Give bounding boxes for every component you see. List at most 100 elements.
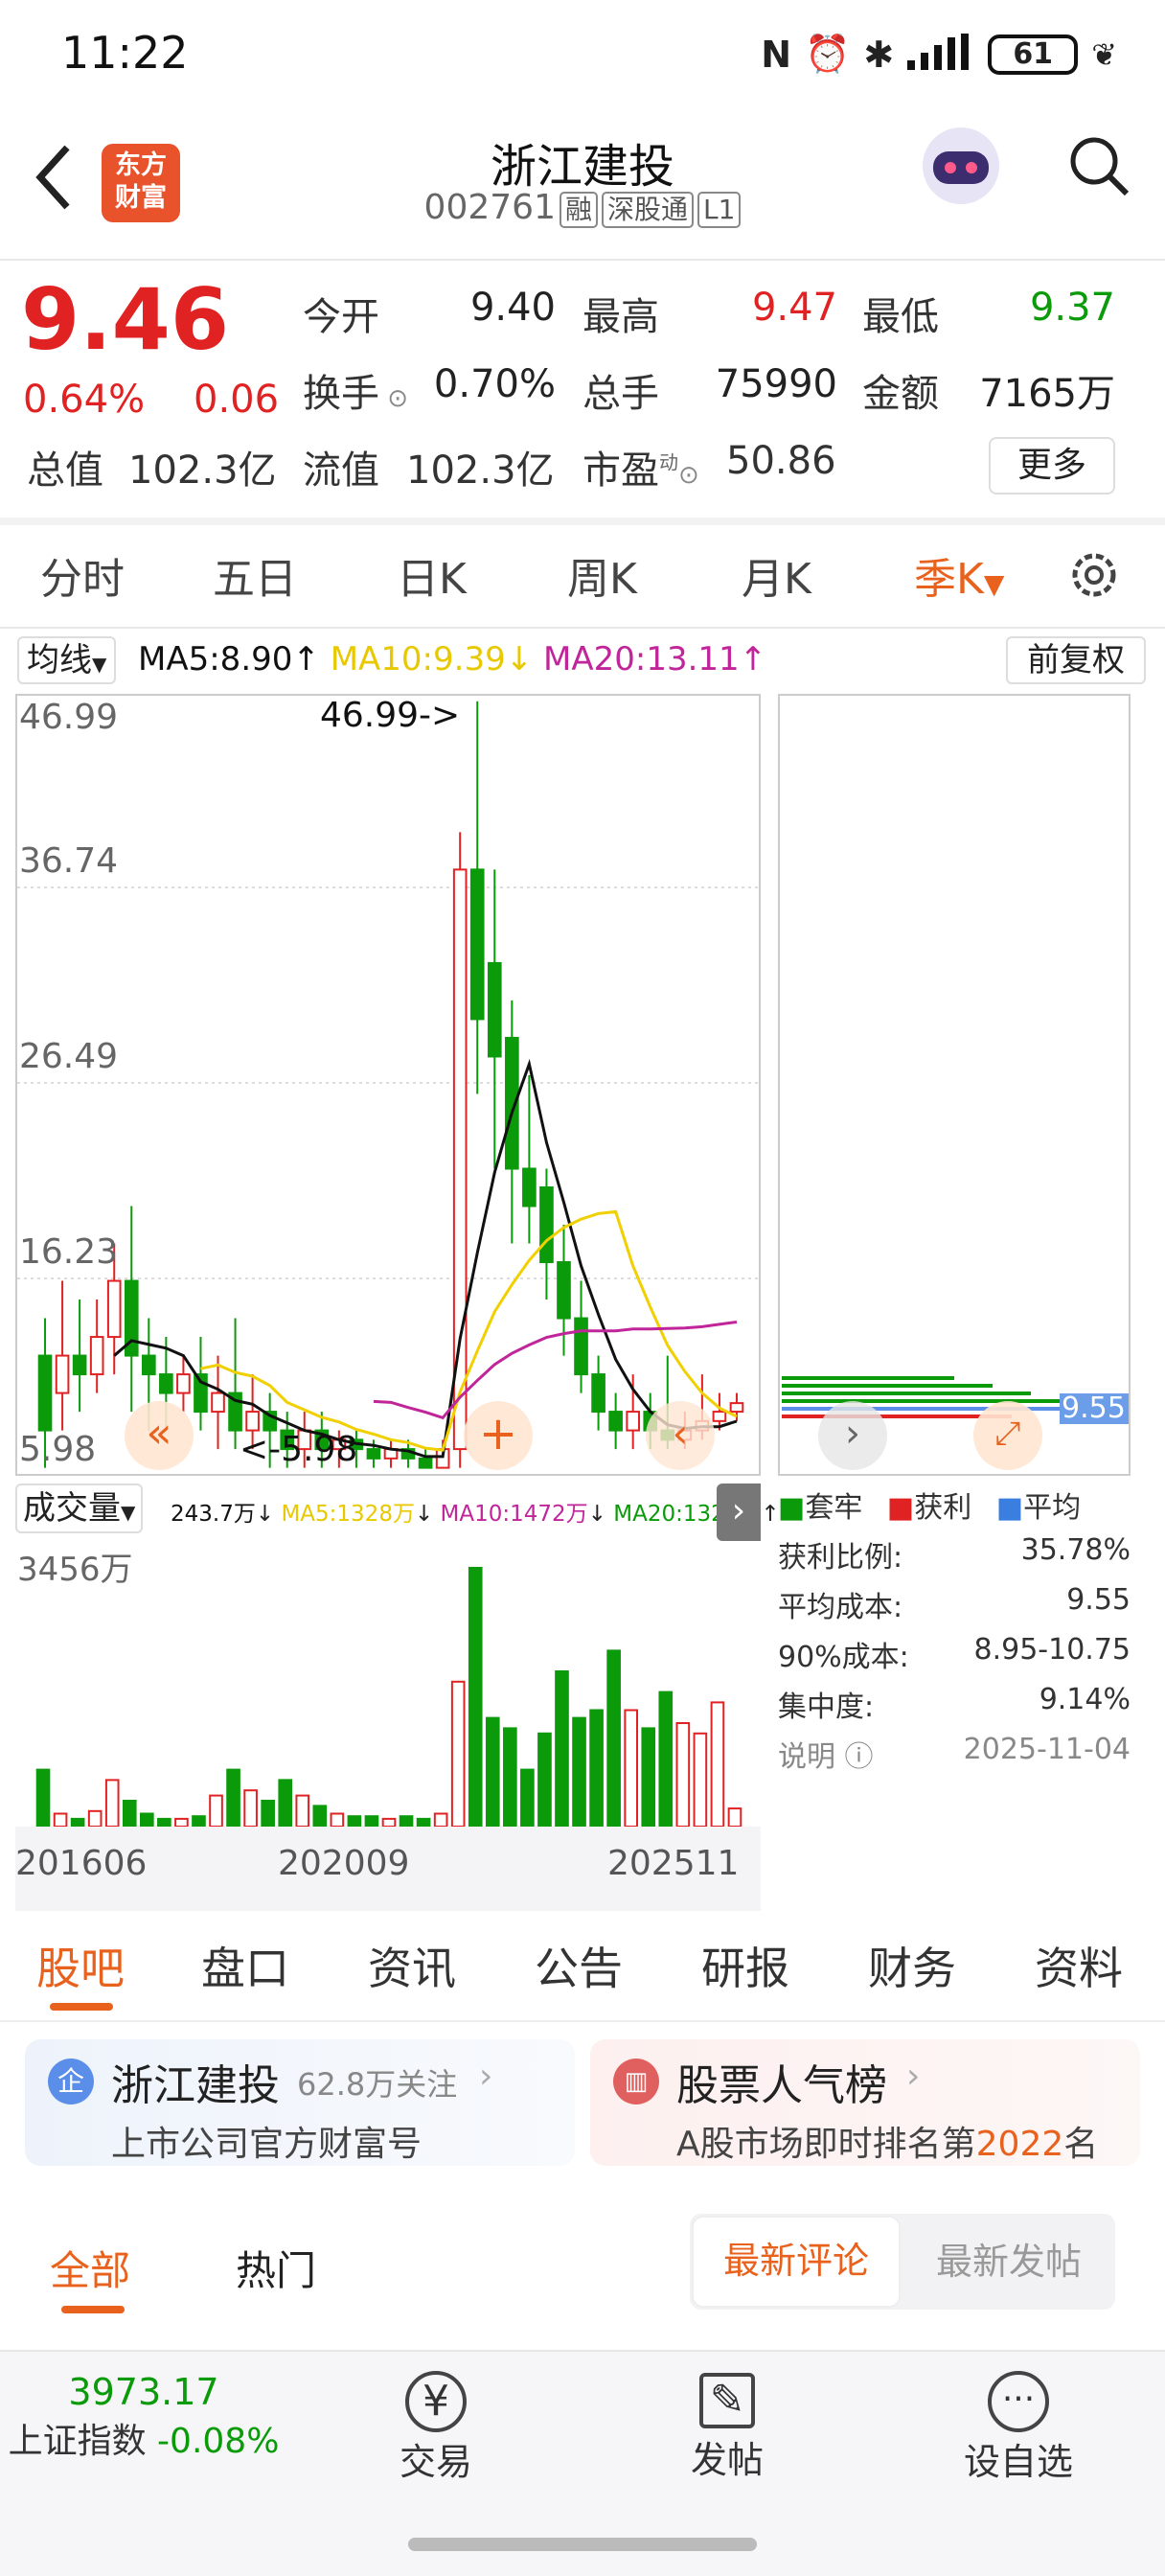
- row-value: 9.55: [1066, 1583, 1131, 1617]
- tab-profile[interactable]: 资料: [1035, 1934, 1123, 1997]
- candle-body: [106, 1279, 122, 1339]
- tab-monthly-k[interactable]: 月K: [742, 544, 811, 606]
- tab-announcements[interactable]: 公告: [535, 1934, 623, 1997]
- expand-panel-button[interactable]: ›: [717, 1484, 761, 1541]
- volume-bar: [295, 1794, 310, 1828]
- row-key: 平均成本:: [778, 1591, 903, 1624]
- chip-note-link[interactable]: 说明: [778, 1740, 835, 1774]
- trade-label: 交易: [399, 2441, 472, 2483]
- scroll-left-button[interactable]: «: [125, 1401, 194, 1470]
- chip-row-profit-ratio: 获利比例: 35.78%: [778, 1533, 1131, 1576]
- index-ticker[interactable]: 3973.17 上证指数 -0.08%: [0, 2371, 287, 2463]
- active-filter-indicator: [61, 2306, 125, 2313]
- card-follow-count: 62.8万关注: [297, 2066, 458, 2103]
- period-tabs: 分时 五日 日K 周K 月K 季K▼: [0, 519, 1165, 627]
- info-icon[interactable]: ⊙: [379, 384, 408, 413]
- chip-info: ■套牢 ■获利 ■平均 获利比例: 35.78% 平均成本: 9.55 90%成本:…: [778, 1484, 1131, 1774]
- pe-dynamic-mark: 动: [659, 450, 678, 474]
- candle-body: [574, 1317, 588, 1376]
- volume-bar: [381, 1817, 397, 1828]
- info-icon[interactable]: ⓘ: [835, 1740, 874, 1774]
- y-label-3: 26.49: [19, 1037, 119, 1076]
- sort-latest-post[interactable]: 最新发帖: [904, 2216, 1113, 2308]
- volume-bar: [503, 1727, 517, 1828]
- more-button[interactable]: 更多: [989, 437, 1115, 494]
- signal-icon: [907, 33, 974, 76]
- volume-bar: [140, 1812, 154, 1828]
- dropdown-arrow-icon: ▼: [983, 568, 1005, 600]
- leaf-icon: ❦: [1091, 35, 1117, 73]
- volume-chart[interactable]: 3456万: [15, 1539, 761, 1828]
- robot-assistant-icon[interactable]: [918, 123, 1004, 209]
- volume-bar: [122, 1800, 137, 1828]
- pe-value: 50.86: [726, 439, 836, 483]
- rank-suffix: 名: [1063, 2125, 1099, 2164]
- settings-gear-icon[interactable]: [1065, 546, 1123, 604]
- candle-body: [142, 1354, 156, 1376]
- tab-research[interactable]: 研报: [701, 1934, 789, 1997]
- zoom-in-button[interactable]: +: [464, 1401, 533, 1470]
- sort-latest-comment[interactable]: 最新评论: [692, 2216, 901, 2308]
- volume-bar: [364, 1815, 379, 1828]
- tab-daily-k[interactable]: 日K: [397, 544, 467, 606]
- adjust-button[interactable]: 前复权: [1006, 636, 1146, 684]
- tab-finance[interactable]: 财务: [868, 1934, 956, 1997]
- date-label-start: 201606: [15, 1844, 148, 1883]
- popularity-rank-card[interactable]: ▥ 股票人气榜 › A股市场即时排名第2022名: [590, 2039, 1140, 2166]
- tab-intraday[interactable]: 分时: [40, 544, 125, 606]
- edit-icon: ✎: [699, 2373, 755, 2428]
- chip-distribution-chart[interactable]: 9.55 › ⤢: [778, 694, 1131, 1476]
- index-name: 上证指数: [8, 2422, 147, 2461]
- tab-weekly-k[interactable]: 周K: [567, 544, 637, 606]
- date-label-mid: 202009: [278, 1844, 410, 1883]
- content-tabs: 股吧 盘口 资讯 公告 研报 财务 资料: [0, 1907, 1165, 2022]
- candle-body: [245, 1411, 260, 1432]
- rank-chart-icon: ▥: [613, 2058, 659, 2104]
- volume-bar: [87, 1809, 103, 1828]
- bluetooth-icon: ✱: [863, 33, 895, 76]
- legend-profit: 获利: [914, 1491, 972, 1525]
- tab-guba[interactable]: 股吧: [36, 1934, 125, 1997]
- dropdown-arrow-icon: ▼: [92, 653, 107, 676]
- search-icon[interactable]: [1067, 134, 1132, 199]
- indicator-select-label: 成交量: [23, 1489, 121, 1528]
- volume-bar: [330, 1812, 345, 1828]
- max-price-marker: 46.99->: [320, 696, 461, 735]
- tab-5day[interactable]: 五日: [213, 544, 297, 606]
- candle-body: [176, 1373, 191, 1394]
- add-watchlist-button[interactable]: ··· 设自选: [947, 2371, 1090, 2485]
- ma-select-label: 均线: [27, 641, 92, 679]
- tab-news[interactable]: 资讯: [368, 1934, 456, 1997]
- nfc-icon: N: [761, 33, 792, 76]
- amount-label: 金额: [862, 372, 939, 416]
- candle-body: [89, 1336, 104, 1376]
- info-icon[interactable]: ⊙: [678, 461, 699, 490]
- indicator-select[interactable]: 成交量▼: [15, 1484, 144, 1533]
- tab-quarterly-k[interactable]: 季K▼: [914, 544, 1004, 606]
- ma-select[interactable]: 均线▼: [17, 636, 117, 684]
- kline-chart[interactable]: 46.99 36.74 26.49 16.23 5.98 46.99-> <-5…: [15, 694, 761, 1476]
- filter-all[interactable]: 全部: [50, 2239, 130, 2297]
- volume-bar: [572, 1716, 586, 1828]
- volume-bar: [624, 1709, 638, 1828]
- active-tab-indicator: [50, 2003, 113, 2011]
- divider: [0, 627, 1165, 629]
- volume-bar: [243, 1789, 258, 1828]
- turnover-label-text: 换手: [303, 372, 379, 416]
- chip-expand-button[interactable]: ⤢: [973, 1401, 1042, 1470]
- scroll-right-button[interactable]: ‹: [646, 1401, 715, 1470]
- post-button[interactable]: ✎ 发帖: [655, 2371, 799, 2483]
- low-label: 最低: [862, 295, 939, 339]
- row-value: 8.95-10.75: [973, 1633, 1131, 1667]
- up-arrow: ↑: [739, 640, 767, 678]
- chip-next-button[interactable]: ›: [818, 1401, 887, 1470]
- official-account-card[interactable]: 企 浙江建投 62.8万关注 › 上市公司官方财富号: [25, 2039, 575, 2166]
- tab-pankou[interactable]: 盘口: [201, 1934, 289, 1997]
- candle-body: [539, 1185, 554, 1264]
- rank-number: 2022: [975, 2125, 1064, 2164]
- volume-value: 75990: [715, 362, 837, 406]
- sort-toggle: 最新评论 最新发帖: [690, 2214, 1115, 2310]
- trade-button[interactable]: ¥ 交易: [364, 2371, 508, 2485]
- filter-hot[interactable]: 热门: [236, 2239, 316, 2297]
- home-indicator[interactable]: [408, 2538, 757, 2551]
